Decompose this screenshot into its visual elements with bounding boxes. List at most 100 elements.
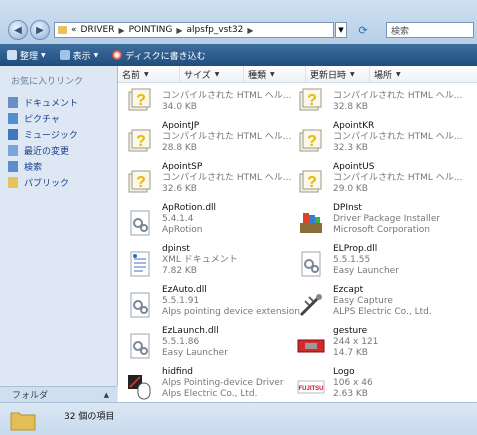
chevron-down-icon: ▼: [144, 70, 149, 78]
refresh-button[interactable]: ⟳: [351, 22, 375, 38]
file-name: ApointSP: [162, 162, 203, 172]
music-icon: [8, 128, 18, 140]
folder-icon: [58, 26, 67, 34]
file-detail: 5.5.1.55: [333, 255, 371, 265]
file-detail: 5.5.1.91: [162, 296, 200, 306]
file-detail: 29.0 KB: [333, 184, 368, 194]
chm-icon: ?: [126, 127, 154, 155]
search-placeholder: 検索: [391, 26, 410, 37]
svg-text:?: ?: [307, 92, 317, 109]
file-detail: 32.8 KB: [333, 102, 368, 112]
back-button[interactable]: ◀: [8, 20, 28, 40]
favorite-links-list: ドキュメント ピクチャ ミュージック 最近の変更 検索 パブリック: [8, 94, 78, 190]
file-name: [333, 80, 462, 91]
file-detail: ApRotion: [162, 225, 203, 235]
file-detail: コンパイルされた HTML ヘル...: [333, 132, 463, 142]
nav-item-pictures[interactable]: ピクチャ: [8, 110, 78, 126]
chevron-down-icon: ▼: [41, 51, 46, 59]
dll-icon: [126, 209, 154, 237]
chevron-right-icon[interactable]: ▶: [118, 26, 124, 35]
organize-button[interactable]: 整理 ▼: [0, 44, 53, 66]
folders-toggle[interactable]: フォルダ ▲: [0, 386, 117, 402]
file-detail: コンパイルされた HTML ヘル...: [333, 91, 463, 101]
file-item[interactable]: FUJITSU Logo 106 x 46 2.63 KB: [293, 367, 471, 402]
item-count: 32 個の項目: [64, 412, 115, 422]
address-bar[interactable]: « DRIVER ▶ POINTING ▶ alpsfp_vst32 ▶: [54, 22, 334, 38]
navigation-pane: お気に入りリンク ドキュメント ピクチャ ミュージック 最近の変更 検索 パブリ…: [0, 66, 118, 386]
file-detail: コンパイルされた HTML ヘル...: [162, 173, 292, 183]
organize-icon: [7, 50, 17, 60]
hidfind-icon: [126, 373, 154, 401]
nav-item-label: ミュージック: [24, 130, 78, 141]
svg-text:?: ?: [307, 174, 317, 191]
nav-item-music[interactable]: ミュージック: [8, 126, 78, 142]
file-detail: コンパイルされた HTML ヘル...: [162, 91, 292, 101]
folders-label: フォルダ: [12, 391, 49, 401]
file-name: ApRotion.dll: [162, 203, 217, 213]
breadcrumb-overflow[interactable]: «: [71, 25, 77, 35]
file-detail: 5.4.1.4: [162, 214, 194, 224]
file-details: DPInst Driver Package Installer Microsoft …: [333, 203, 440, 236]
file-detail: 244 x 121: [333, 337, 379, 347]
public-icon: [8, 176, 18, 188]
documents-icon: [8, 96, 18, 108]
pictures-icon: [8, 112, 18, 124]
chm-icon: ?: [126, 168, 154, 196]
dll-icon: [126, 332, 154, 360]
chm-icon: ?: [297, 127, 325, 155]
forward-button[interactable]: ▶: [30, 20, 50, 40]
nav-item-recent[interactable]: 最近の変更: [8, 142, 78, 158]
recent-icon: [8, 144, 18, 156]
file-details: コンパイルされた HTML ヘル... 32.8 KB: [333, 80, 462, 113]
file-detail: XML ドキュメント: [162, 255, 238, 265]
column-label: サイズ: [184, 70, 211, 81]
command-toolbar: 整理 ▼ 表示 ▼ ディスクに書き込む: [0, 44, 477, 66]
chevron-down-icon: ▼: [350, 70, 355, 78]
nav-item-documents[interactable]: ドキュメント: [8, 94, 78, 110]
file-detail: 5.5.1.86: [162, 337, 200, 347]
burn-label: ディスクに書き込む: [125, 51, 206, 62]
svg-text:?: ?: [136, 174, 146, 191]
file-detail: Alps Electric Co., Ltd.: [162, 389, 258, 399]
column-label: 名前: [122, 70, 141, 81]
nav-item-search[interactable]: 検索: [8, 158, 78, 174]
address-dropdown-button[interactable]: ▼: [335, 22, 347, 38]
file-details: EzLaunch.dll 5.5.1.86 Easy Launcher: [162, 326, 228, 359]
organize-label: 整理: [20, 51, 39, 62]
file-name: ApointJP: [162, 121, 200, 131]
folder-icon: [10, 409, 36, 431]
chevron-down-icon: ▼: [396, 70, 401, 78]
chevron-down-icon: ▼: [214, 70, 220, 78]
file-detail: 28.8 KB: [162, 143, 197, 153]
file-details: dpinst XML ドキュメント 7.82 KB: [162, 244, 238, 277]
chevron-right-icon[interactable]: ▶: [247, 26, 253, 35]
file-details: ApointKR コンパイルされた HTML ヘル... 32.3 KB: [333, 121, 462, 154]
svg-text:?: ?: [307, 133, 317, 150]
nav-item-label: 最近の変更: [24, 146, 70, 157]
file-detail: Easy Capture: [333, 296, 393, 306]
file-detail: 2.63 KB: [333, 389, 368, 399]
search-input[interactable]: 検索: [386, 22, 474, 38]
installer-icon: [297, 209, 325, 237]
file-detail: Easy Launcher: [333, 266, 399, 276]
breadcrumb-driver[interactable]: DRIVER: [81, 25, 115, 35]
nav-item-public[interactable]: パブリック: [8, 174, 78, 190]
dll-icon: [126, 291, 154, 319]
file-details: ApRotion.dll 5.4.1.4 ApRotion: [162, 203, 216, 236]
nav-item-label: ドキュメント: [24, 98, 79, 109]
status-bar: 32 個の項目: [0, 402, 477, 435]
svg-text:?: ?: [136, 133, 146, 150]
breadcrumb-alpsfp[interactable]: alpsfp_vst32: [187, 25, 244, 35]
file-details: Logo 106 x 46 2.63 KB: [333, 367, 373, 400]
file-item[interactable]: hidfind Alps Pointing-device Driver Alps E…: [122, 367, 300, 402]
chevron-down-icon: ▼: [270, 70, 275, 78]
file-name: hidfind: [162, 367, 194, 377]
file-detail: コンパイルされた HTML ヘル...: [162, 132, 292, 142]
file-name: Logo: [333, 367, 355, 377]
breadcrumb-pointing[interactable]: POINTING: [129, 25, 173, 35]
views-button[interactable]: 表示 ▼: [53, 44, 106, 66]
burn-button[interactable]: ディスクに書き込む: [105, 44, 212, 66]
file-detail: 106 x 46: [333, 378, 373, 388]
file-name: ApointKR: [333, 121, 375, 131]
chevron-right-icon[interactable]: ▶: [176, 26, 182, 35]
